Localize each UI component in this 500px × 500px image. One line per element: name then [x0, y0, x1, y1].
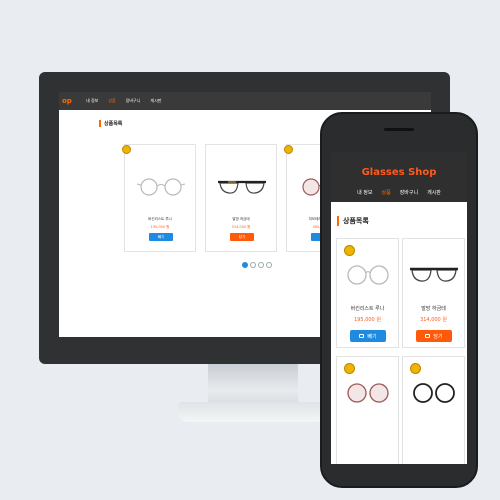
mobile-navbar: 내 정보 상품 장바구니 게시판: [331, 189, 467, 196]
product-price: 314,000 원: [231, 225, 251, 229]
button-label: 빼기: [157, 234, 165, 239]
mobile-nav-cart[interactable]: 장바구니: [400, 189, 418, 196]
medal-icon: [344, 363, 355, 374]
desktop-nav-products[interactable]: 상품: [108, 98, 115, 104]
round-glasses-icon: [136, 178, 186, 196]
desktop-nav-board[interactable]: 게시판: [150, 98, 161, 104]
product-price: 314,000 원: [420, 317, 447, 323]
product-price: 195,000 원: [354, 317, 381, 323]
desktop-nav-my-info[interactable]: 내 정보: [86, 98, 98, 104]
product-name: 버킨리스트 루나: [148, 217, 172, 221]
cart-icon: [425, 334, 431, 338]
medal-icon: [284, 145, 293, 154]
mobile-screen: Glasses Shop 내 정보 상품 장바구니 게시판 상품목록 버킨리스트…: [331, 152, 467, 464]
mobile-product-card[interactable]: 버킨리스트 루나 195,000 원 빼기: [336, 238, 399, 348]
monitor-stand-base: [178, 402, 328, 422]
medal-icon: [122, 145, 131, 154]
desktop-navbar: op 내 정보 상품 장바구니 게시판: [59, 92, 431, 110]
mobile-nav-products[interactable]: 상품: [381, 189, 390, 196]
medal-icon: [344, 245, 355, 256]
desktop-logo[interactable]: op: [62, 97, 86, 105]
mobile-product-card[interactable]: 발망 하금테 314,000 원 담기: [402, 238, 465, 348]
button-label: 빼기: [367, 333, 377, 340]
product-name: 발망 하금테: [421, 306, 446, 312]
mobile-product-card[interactable]: [402, 356, 465, 464]
mobile-logo[interactable]: Glasses Shop: [331, 167, 467, 178]
medal-icon: [410, 363, 421, 374]
cart-icon: [359, 334, 365, 338]
tinted-glasses-icon: [347, 383, 389, 403]
button-label: 담기: [238, 234, 246, 239]
pagination-dot[interactable]: [258, 262, 264, 268]
product-name: 버킨리스트 루나: [350, 306, 385, 312]
desktop-product-card[interactable]: 발망 하금테 314,000 원 담기: [205, 144, 277, 252]
phone-speaker: [384, 128, 414, 131]
browline-glasses-icon: [410, 267, 458, 282]
product-price: 195,000 원: [150, 225, 170, 229]
remove-from-cart-button[interactable]: 빼기: [350, 330, 386, 342]
round-glasses-icon: [347, 265, 389, 285]
add-to-cart-button[interactable]: 담기: [416, 330, 452, 342]
add-to-cart-button[interactable]: 담기: [230, 233, 254, 241]
desktop-product-card[interactable]: 버킨리스트 루나 195,000 원 빼기: [122, 144, 196, 252]
desktop-nav-cart[interactable]: 장바구니: [126, 98, 141, 104]
mobile-nav-board[interactable]: 게시판: [427, 189, 441, 196]
pagination-dot[interactable]: [266, 262, 272, 268]
mobile-product-card[interactable]: [336, 356, 399, 464]
mobile-phone: Glasses Shop 내 정보 상품 장바구니 게시판 상품목록 버킨리스트…: [320, 112, 478, 488]
desktop-section-title: 상품목록: [99, 120, 122, 127]
product-name: 발망 하금테: [232, 217, 250, 221]
black-round-glasses-icon: [413, 383, 455, 403]
button-label: 담기: [433, 333, 443, 340]
pagination-dot[interactable]: [250, 262, 256, 268]
remove-from-cart-button[interactable]: 빼기: [149, 233, 173, 241]
mobile-header: Glasses Shop 내 정보 상품 장바구니 게시판: [331, 152, 467, 202]
mobile-section-title: 상품목록: [337, 216, 369, 226]
mobile-nav-my-info[interactable]: 내 정보: [357, 189, 372, 196]
pagination: [242, 262, 272, 268]
browline-glasses-icon: [218, 180, 266, 194]
pagination-dot[interactable]: [242, 262, 248, 268]
